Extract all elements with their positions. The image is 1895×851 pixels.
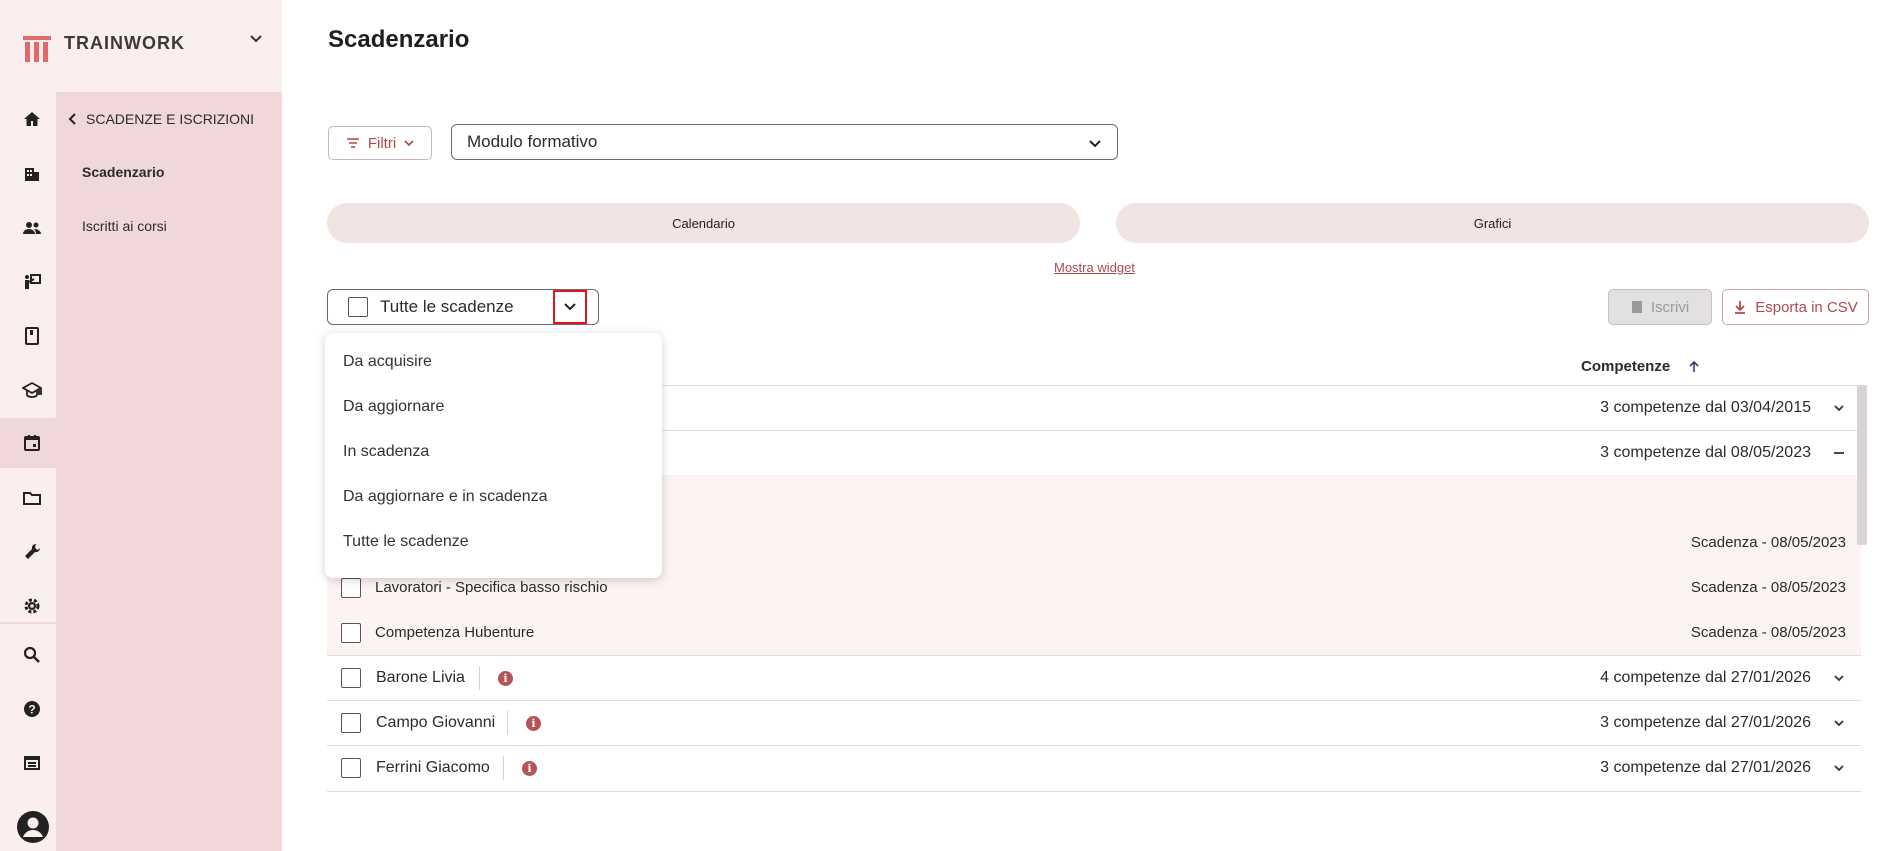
row-name: Ferrini Giacomo [376, 759, 490, 776]
gear-icon[interactable] [20, 594, 44, 618]
iscrivi-button[interactable]: Iscrivi [1608, 289, 1712, 325]
chevron-left-icon [68, 113, 76, 125]
row-checkbox[interactable] [341, 577, 361, 598]
module-select-value: Modulo formativo [467, 132, 598, 151]
row-checkbox[interactable] [341, 713, 361, 733]
row-competenze: 3 competenze dal 03/04/2015 [1600, 399, 1811, 416]
subnav-item-iscritti[interactable]: Iscritti ai corsi [82, 218, 167, 234]
page-title: Scadenzario [328, 26, 470, 53]
subnav-back-label: SCADENZE E ISCRIZIONI [86, 111, 255, 127]
download-icon [1735, 301, 1746, 314]
export-csv-label: Esporta in CSV [1755, 298, 1858, 316]
calendar-icon[interactable] [20, 431, 44, 455]
column-header-label: Competenze [1581, 358, 1671, 375]
row-name: Campo Giovanni [376, 714, 496, 731]
sub-navigation [56, 92, 282, 851]
book-icon [1631, 301, 1642, 313]
minus-icon[interactable] [1831, 445, 1847, 461]
chevron-down-icon [404, 140, 414, 147]
building-icon[interactable] [20, 162, 44, 186]
row-competenze: 4 competenze dal 27/01/2026 [1600, 669, 1811, 686]
iscrivi-label: Iscrivi [1650, 298, 1690, 316]
tab-grafici[interactable]: Grafici [1116, 203, 1869, 243]
account-icon[interactable] [16, 810, 50, 844]
table-subrow[interactable]: Competenza Hubenture Scadenza - 08/05/20… [327, 610, 1861, 655]
chevron-down-icon [564, 303, 576, 311]
chevron-down-icon [1089, 140, 1101, 148]
filters-label: Filtri [367, 134, 397, 152]
scadenze-dropdown-toggle[interactable] [553, 290, 587, 324]
presentation-icon[interactable] [20, 270, 44, 294]
subrow-deadline: Scadenza - 08/05/2023 [1690, 534, 1846, 551]
scadenze-select-value: Tutte le scadenze [380, 297, 514, 316]
row-separator [479, 666, 480, 690]
row-competenze: 3 competenze dal 27/01/2026 [1600, 759, 1811, 776]
row-checkbox[interactable] [341, 622, 361, 643]
row-separator [507, 711, 508, 735]
scadenze-dropdown-menu: Da acquisire Da aggiornare In scadenza D… [325, 333, 662, 578]
menu-item-da-aggiornare[interactable]: Da aggiornare [343, 398, 444, 416]
info-icon[interactable]: i [498, 670, 513, 686]
graduation-cap-icon[interactable] [20, 378, 44, 402]
brand-name: TRAINWORK [64, 33, 185, 53]
subnav-item-scadenzario[interactable]: Scadenzario [82, 164, 164, 180]
table-row[interactable]: Barone Livia i 4 competenze dal 27/01/20… [327, 655, 1861, 700]
subrow-deadline: Scadenza - 08/05/2023 [1690, 579, 1846, 596]
subrow-name: Competenza Hubenture [375, 624, 535, 641]
rail-divider [0, 622, 56, 624]
chevron-down-icon[interactable] [1831, 400, 1847, 416]
svg-text:?: ? [28, 703, 35, 717]
filters-button[interactable]: Filtri [328, 126, 432, 160]
table-scrollbar[interactable] [1857, 385, 1867, 545]
row-checkbox[interactable] [341, 758, 361, 778]
chevron-down-icon[interactable] [1831, 715, 1847, 731]
subrow-name: Lavoratori - Specifica basso rischio [375, 579, 608, 596]
home-icon[interactable] [20, 107, 44, 131]
row-name: Barone Livia [376, 669, 465, 686]
chevron-down-icon[interactable] [1831, 760, 1847, 776]
folder-icon[interactable] [20, 486, 44, 510]
menu-item-tutte-le-scadenze[interactable]: Tutte le scadenze [343, 533, 469, 551]
table-row[interactable]: Ferrini Giacomo i 3 competenze dal 27/01… [327, 745, 1861, 790]
menu-item-in-scadenza[interactable]: In scadenza [343, 443, 429, 461]
info-icon[interactable]: i [526, 715, 541, 731]
menu-item-da-acquisire[interactable]: Da acquisire [343, 353, 432, 371]
table-bottom-border [327, 791, 1861, 792]
chevron-down-icon[interactable] [248, 30, 264, 46]
select-all-checkbox[interactable] [348, 297, 368, 317]
row-checkbox[interactable] [341, 668, 361, 688]
people-icon[interactable] [20, 216, 44, 240]
table-row[interactable]: Campo Giovanni i 3 competenze dal 27/01/… [327, 700, 1861, 745]
book-icon[interactable] [20, 324, 44, 348]
show-widget-link[interactable]: Mostra widget [1054, 260, 1135, 275]
row-competenze: 3 competenze dal 08/05/2023 [1600, 444, 1811, 461]
inbox-icon[interactable] [20, 751, 44, 775]
help-icon[interactable]: ? [20, 697, 44, 721]
row-competenze: 3 competenze dal 27/01/2026 [1600, 714, 1811, 731]
subnav-back-link[interactable]: SCADENZE E ISCRIZIONI [68, 111, 254, 127]
search-icon[interactable] [20, 643, 44, 667]
menu-item-da-aggiornare-e-in-scadenza[interactable]: Da aggiornare e in scadenza [343, 488, 548, 506]
subrow-deadline: Scadenza - 08/05/2023 [1690, 624, 1846, 641]
module-select[interactable]: Modulo formativo [451, 124, 1118, 160]
export-csv-button[interactable]: Esporta in CSV [1722, 289, 1869, 325]
column-header-competenze[interactable]: Competenze [1581, 358, 1700, 375]
filter-icon [346, 138, 359, 148]
chevron-down-icon[interactable] [1831, 670, 1847, 686]
trainwork-logo-icon [23, 36, 51, 62]
info-icon[interactable]: i [522, 760, 537, 776]
wrench-icon[interactable] [20, 540, 44, 564]
row-separator [503, 756, 504, 780]
tab-calendario[interactable]: Calendario [327, 203, 1080, 243]
arrow-up-icon [1689, 360, 1699, 372]
